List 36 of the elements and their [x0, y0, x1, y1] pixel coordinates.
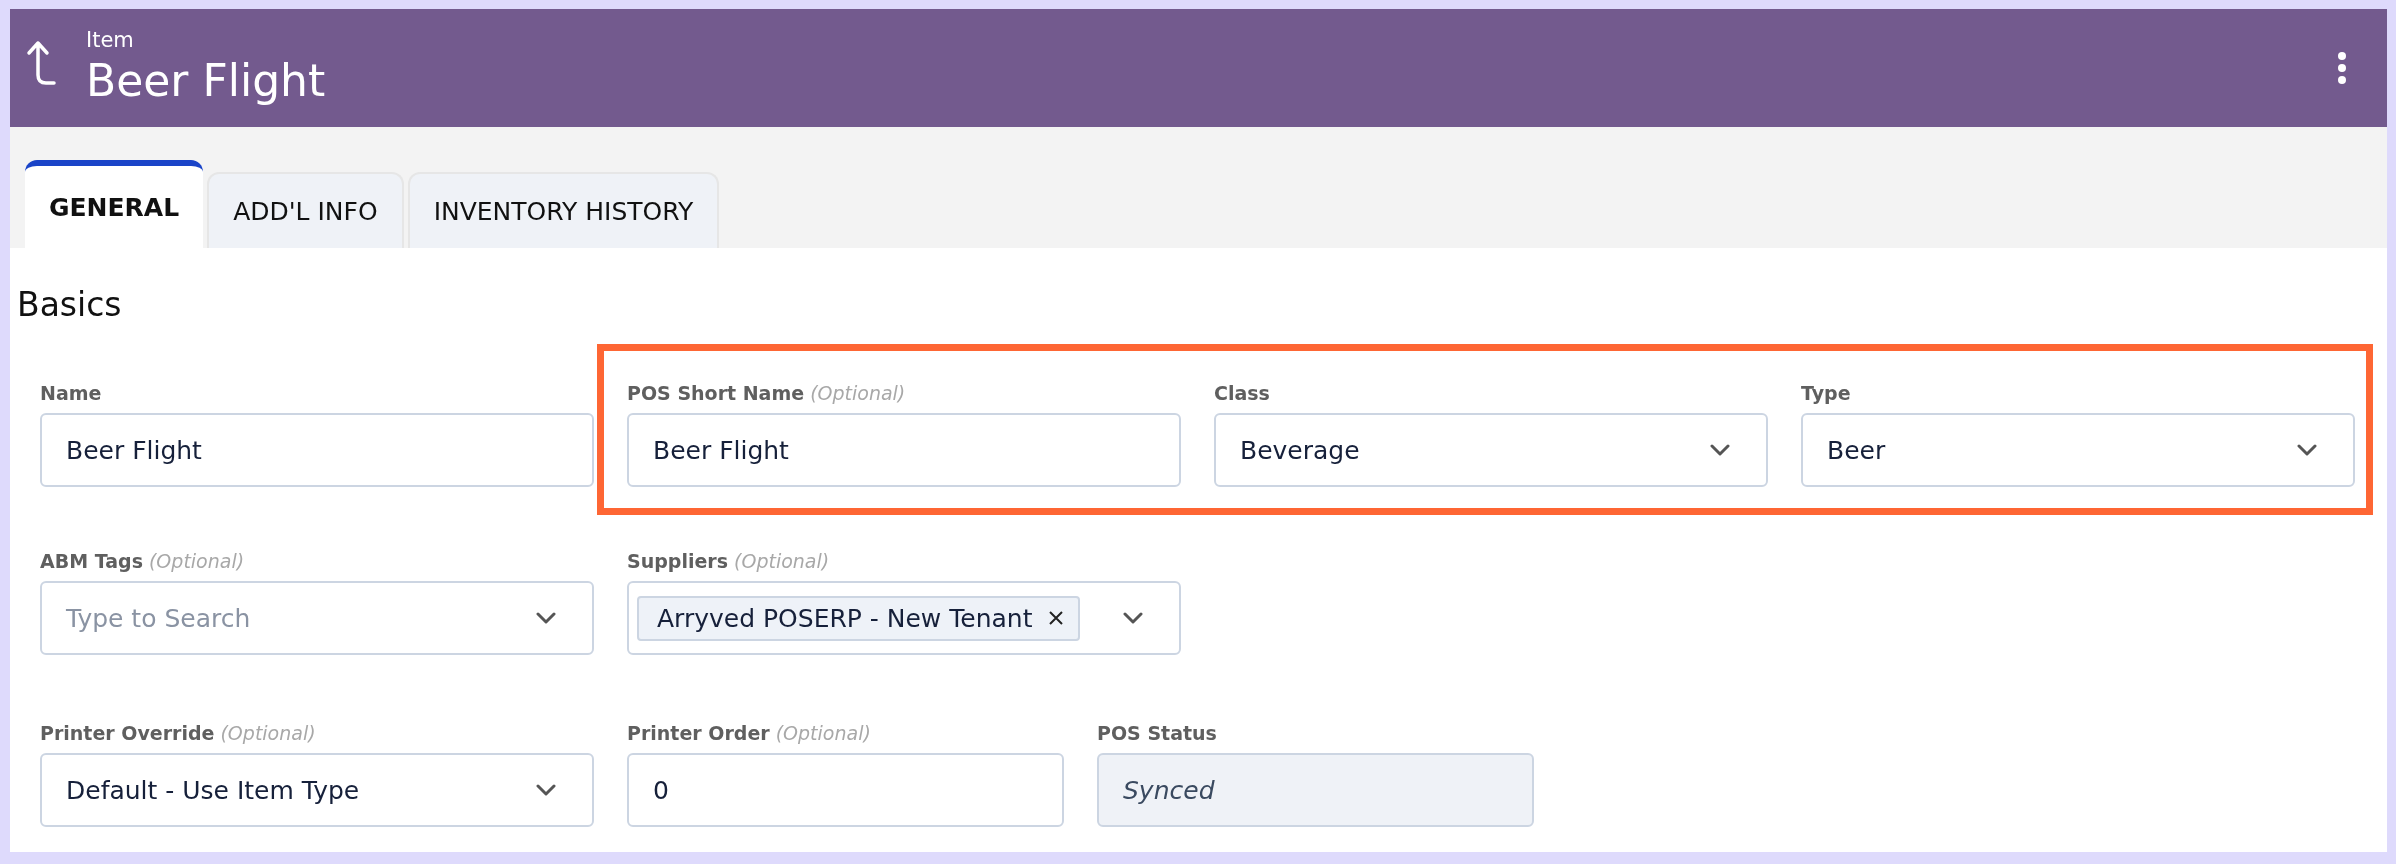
dropdown-field[interactable]: Beverage [1214, 413, 1768, 487]
field-label: Printer Order [627, 722, 770, 744]
text-field[interactable]: 0 [627, 753, 1064, 827]
chevron-down-icon [536, 612, 556, 624]
text-field[interactable]: Beer Flight [627, 413, 1181, 487]
more-menu-icon[interactable] [2337, 51, 2347, 85]
page-subtitle: Item [86, 27, 135, 53]
optional-note: (Optional) [775, 722, 871, 744]
chevron-down-icon [1710, 444, 1730, 456]
close-icon[interactable] [1048, 610, 1065, 626]
supplier-tag[interactable]: Arryved POSERP - New Tenant [637, 595, 1081, 641]
field-label: Class [1214, 382, 1270, 404]
field-label: POS Status [1097, 722, 1217, 744]
dropdown-field[interactable]: Default - Use Item Type [40, 753, 594, 827]
chevron-down-icon [2297, 444, 2317, 456]
field-label: Name [40, 382, 102, 404]
field-label: Printer Override [40, 722, 215, 744]
optional-note: (Optional) [148, 550, 245, 572]
tab[interactable]: ADD'L INFO [207, 172, 404, 248]
dropdown-field[interactable]: Beer [1801, 413, 2355, 487]
section-title: Basics [17, 284, 123, 326]
optional-note: (Optional) [734, 550, 830, 572]
field-label: ABM Tags [40, 550, 143, 572]
optional-note: (Optional) [810, 382, 906, 404]
chevron-down-icon [536, 784, 556, 796]
field-label: Type [1801, 382, 1851, 404]
tab[interactable]: INVENTORY HISTORY [407, 172, 720, 248]
text-field[interactable]: Beer Flight [40, 413, 594, 487]
field-label: POS Short Name [627, 382, 805, 404]
field-label: Suppliers [627, 550, 728, 572]
optional-note: (Optional) [220, 722, 316, 744]
tab[interactable]: GENERAL [25, 160, 204, 248]
page-title: Beer Flight [86, 54, 327, 108]
status-field: Synced [1097, 753, 1534, 827]
multi-select-field[interactable]: Arryved POSERP - New Tenant [627, 581, 1181, 655]
chevron-down-icon [1123, 612, 1143, 624]
